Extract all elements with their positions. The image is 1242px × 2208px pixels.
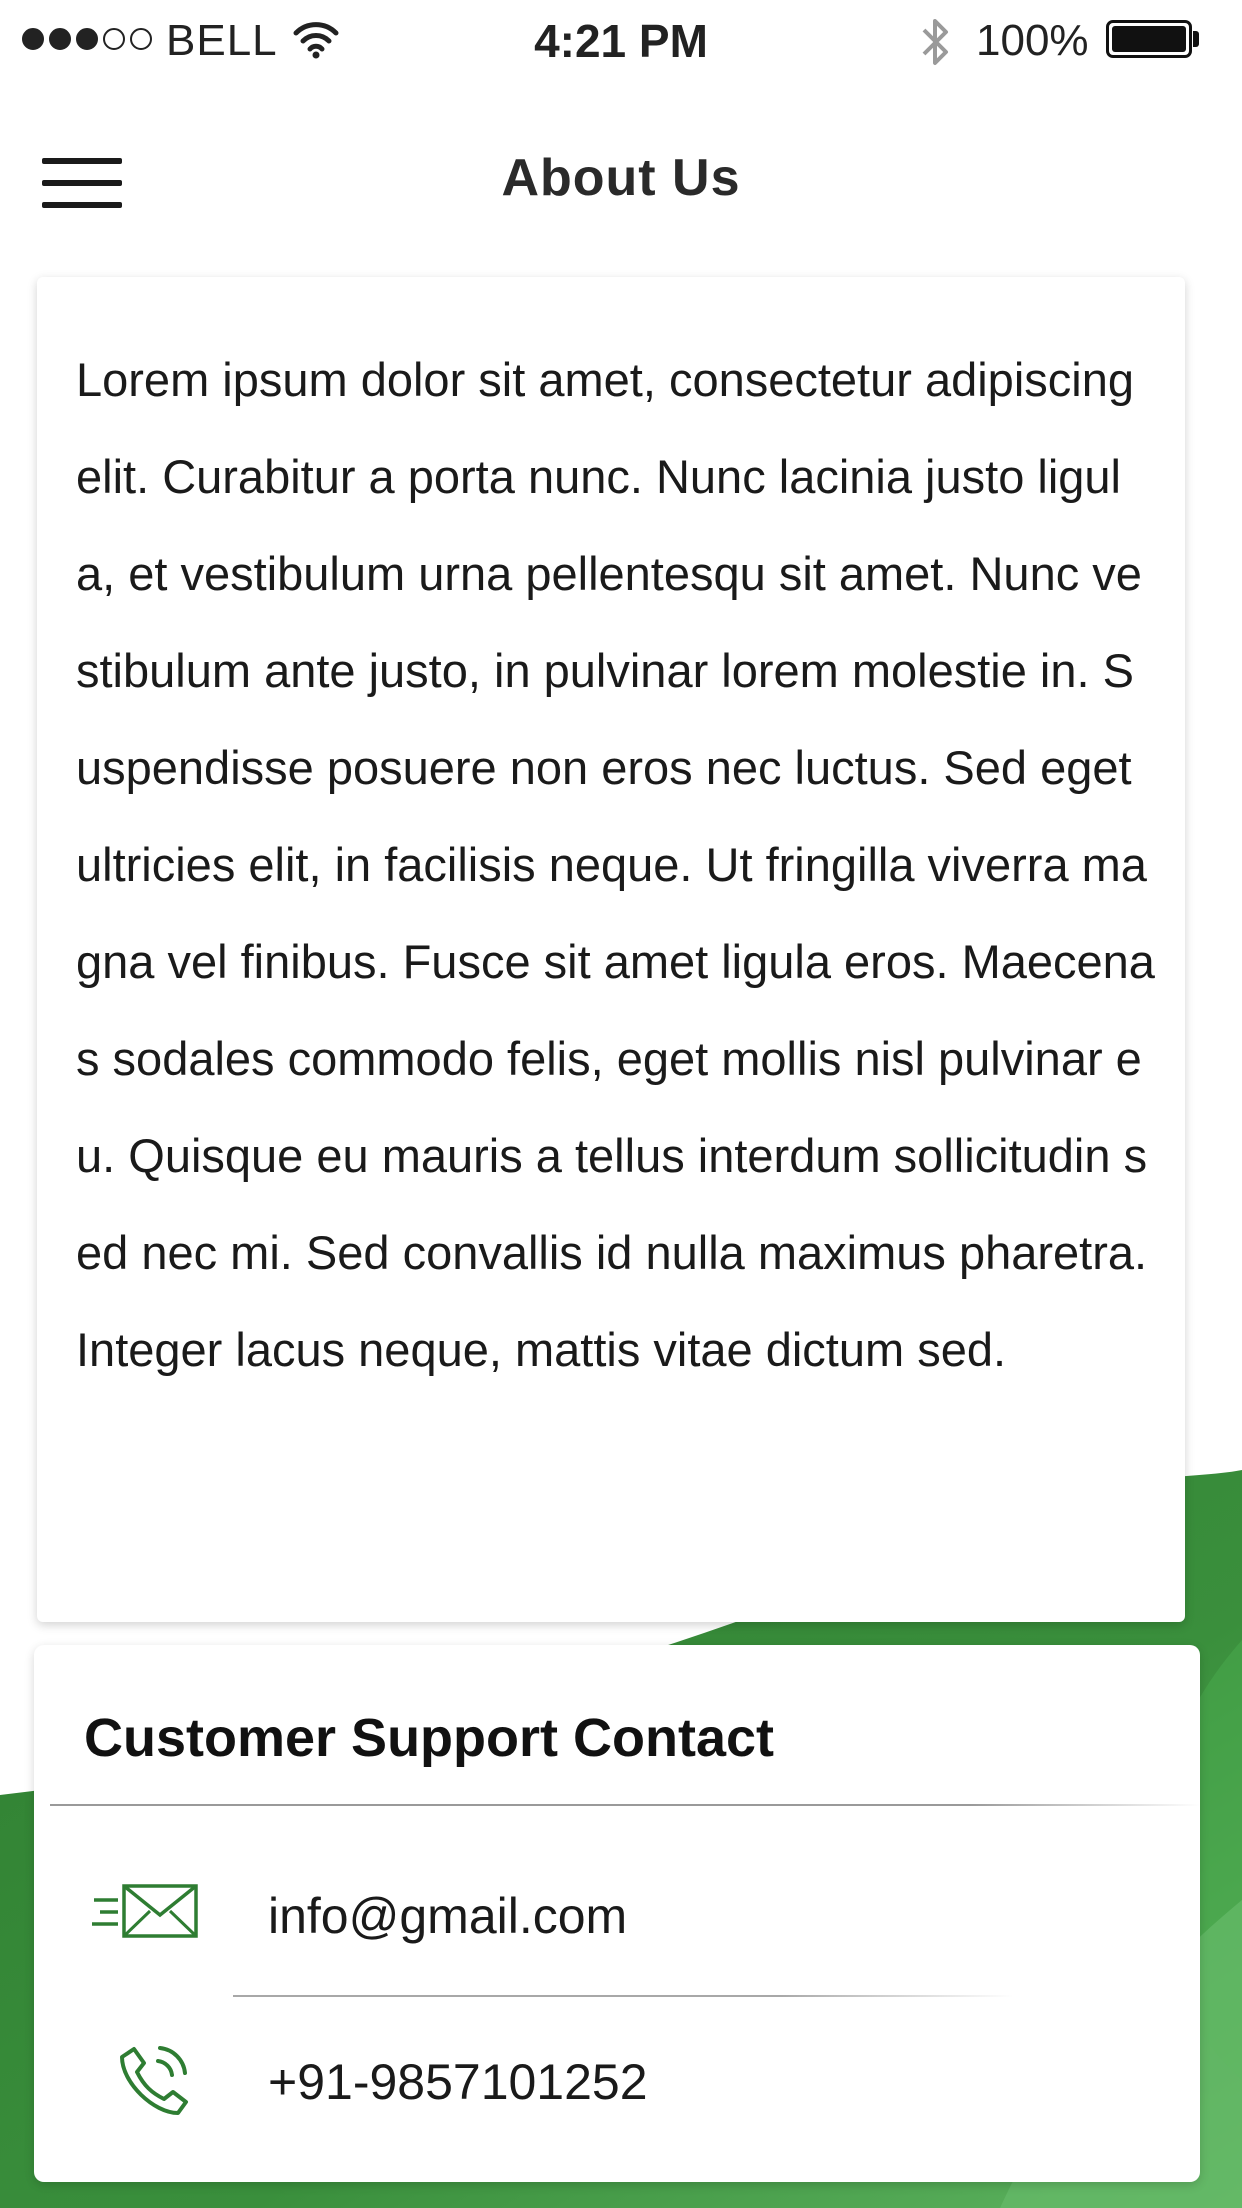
- email-contact-row[interactable]: info@gmail.com: [34, 1831, 1200, 1981]
- phone-number: +91-9857101252: [268, 2054, 648, 2110]
- support-title: Customer Support Contact: [84, 1708, 775, 1768]
- about-card: Lorem ipsum dolor sit amet, consectetur …: [37, 277, 1185, 1622]
- page-title: About Us: [501, 149, 741, 207]
- divider: [233, 1995, 1013, 1997]
- battery-cap: [1193, 31, 1199, 47]
- email-icon: [90, 1883, 200, 1946]
- battery-fill: [1112, 26, 1186, 52]
- divider: [50, 1804, 1200, 1806]
- bluetooth-icon: [918, 14, 954, 75]
- phone-icon: [114, 2039, 194, 2124]
- battery-percentage: 100%: [976, 16, 1089, 65]
- phone-contact-row[interactable]: +91-9857101252: [34, 2003, 1200, 2153]
- status-bar: BELL 4:21 PM 100%: [0, 0, 1242, 80]
- customer-support-card: Customer Support Contact info@gmail.com …: [34, 1645, 1200, 2182]
- battery-icon: [1106, 20, 1192, 58]
- email-address: info@gmail.com: [268, 1888, 628, 1944]
- about-body-text: Lorem ipsum dolor sit amet, consectetur …: [76, 353, 1155, 1376]
